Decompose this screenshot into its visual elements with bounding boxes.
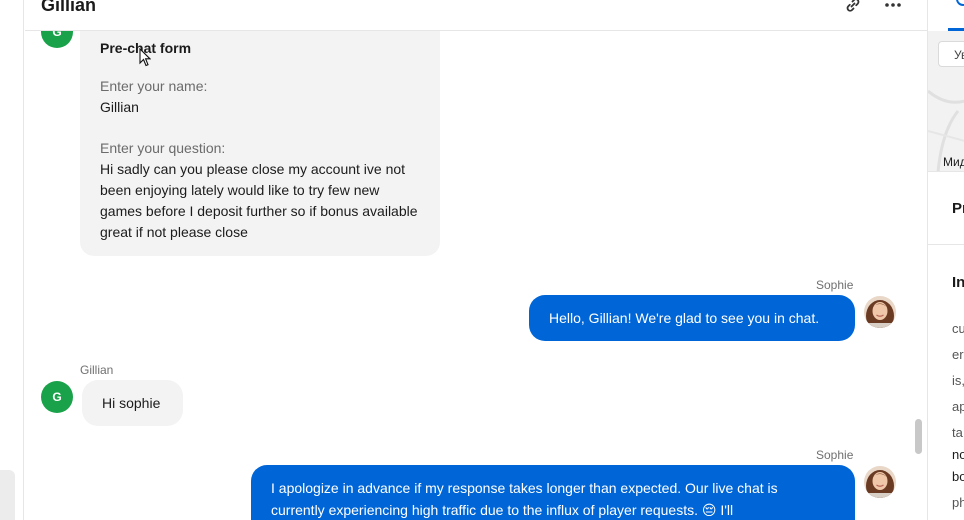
mouse-cursor-icon: [139, 48, 151, 67]
info-text-line: ap: [952, 399, 964, 414]
chat-app: Gillian G Pre-chat form Enter your name:…: [0, 0, 964, 520]
map-place-label: Мид: [943, 155, 964, 169]
customer-message-bubble: Hi sophie: [82, 380, 183, 426]
agent-avatar: [864, 466, 896, 498]
message-text: I apologize in advance if my response ta…: [271, 480, 778, 518]
search-icon[interactable]: [956, 0, 964, 6]
messages-scrollbar[interactable]: [915, 419, 922, 454]
message-sender: Sophie: [816, 278, 854, 292]
map-zoom-chip[interactable]: Ув: [938, 41, 964, 67]
info-text-line: ph: [952, 495, 964, 510]
info-text-line: ta: [952, 425, 963, 440]
name-value: Gillian: [100, 99, 139, 115]
left-scroll-handle[interactable]: [0, 470, 15, 520]
info-text-line: no: [952, 447, 964, 462]
name-label: Enter your name:: [100, 78, 208, 94]
message-text: Hi sophie: [102, 395, 161, 411]
message-list[interactable]: G Pre-chat form Enter your name: Gillian…: [25, 31, 905, 520]
agent-avatar: [864, 296, 896, 328]
message-text: Hello, Gillian! We're glad to see you in…: [549, 310, 820, 326]
message-sender: Gillian: [80, 363, 114, 377]
copy-link-button[interactable]: [840, 0, 866, 18]
question-label: Enter your question:: [100, 140, 226, 156]
message-sender: Sophie: [816, 448, 854, 462]
agent-message-bubble: Hello, Gillian! We're glad to see you in…: [529, 295, 855, 341]
location-map[interactable]: Ув Мид: [928, 31, 964, 172]
info-text-line: er: [952, 347, 964, 362]
info-text-line: bo: [952, 469, 964, 484]
details-panel: Ув Мид Pr In cu er is, ap ta no bo ph: [927, 0, 964, 520]
customer-avatar: G: [41, 31, 73, 48]
section-heading: In: [952, 274, 964, 291]
section-divider: [928, 244, 964, 245]
chat-header: Gillian: [25, 0, 927, 31]
customer-avatar: G: [41, 381, 73, 413]
info-text-line: cu: [952, 321, 964, 336]
more-options-button[interactable]: [880, 0, 906, 18]
section-heading: Pr: [952, 200, 964, 217]
left-sidebar-strip: [0, 0, 24, 520]
contact-name: Gillian: [41, 0, 97, 15]
info-text-line: is,: [952, 373, 964, 388]
agent-message-bubble: I apologize in advance if my response ta…: [251, 465, 855, 520]
prechat-form-card: Pre-chat form Enter your name: Gillian E…: [80, 31, 440, 256]
question-value: Hi sadly can you please close my account…: [100, 161, 418, 240]
link-icon: [846, 0, 860, 12]
more-dots-icon: [885, 3, 901, 7]
